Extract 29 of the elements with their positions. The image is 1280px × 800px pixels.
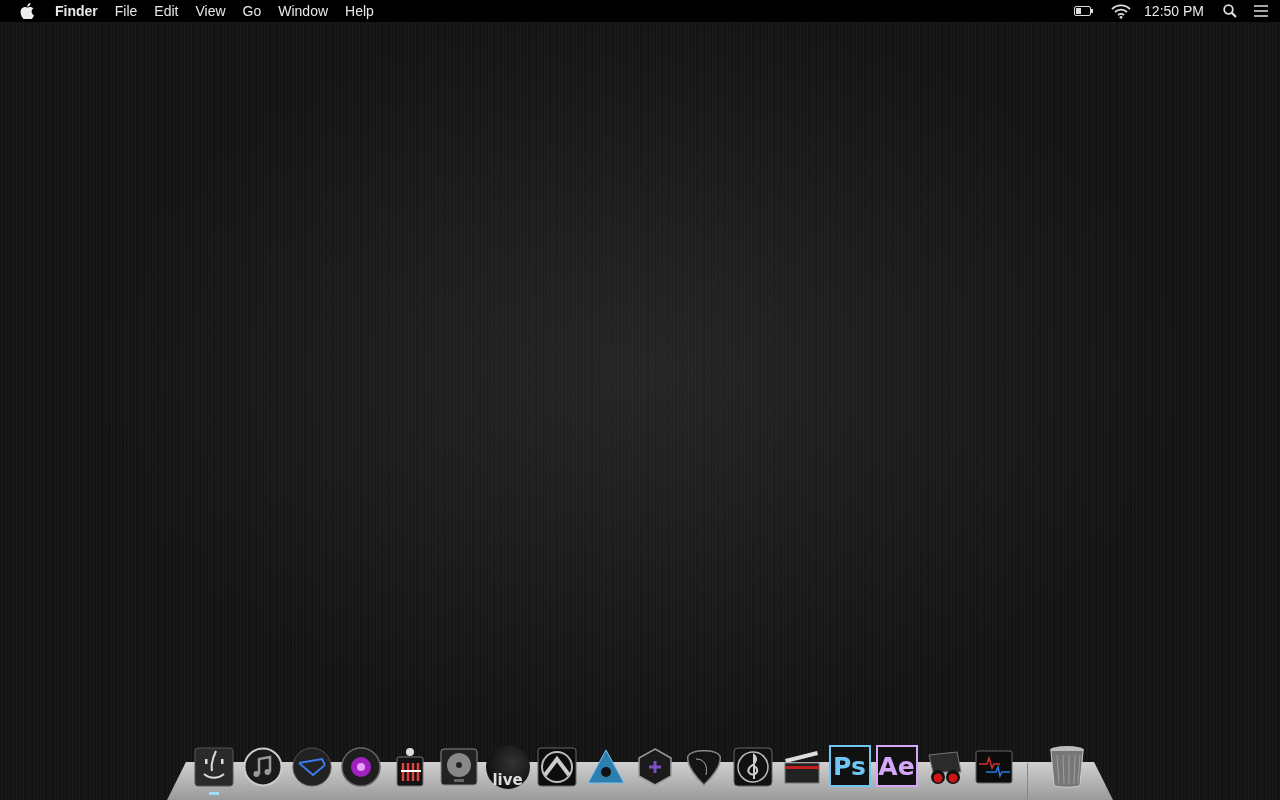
arch-icon — [536, 747, 577, 787]
dock-item[interactable] — [730, 745, 775, 789]
dock-item[interactable]: Ps — [828, 745, 871, 787]
activity-monitor-icon — [973, 747, 1014, 787]
search-icon[interactable] — [1223, 4, 1237, 18]
menu-icon[interactable] — [1254, 5, 1268, 17]
menu-item[interactable]: Window — [278, 3, 329, 19]
treble-clef-icon — [732, 747, 773, 787]
music-note-icon — [242, 747, 283, 787]
menu-item[interactable]: Edit — [154, 3, 179, 19]
menu-item[interactable]: File — [114, 3, 138, 19]
menu-item[interactable]: View — [195, 3, 226, 19]
menu-item[interactable]: Help — [345, 3, 374, 19]
wifi-icon[interactable] — [1111, 3, 1132, 19]
dock-item[interactable] — [289, 745, 334, 789]
menu-app-name[interactable]: Finder — [55, 3, 98, 19]
dock-item[interactable] — [534, 745, 579, 789]
clock[interactable]: 12:50 PM — [1144, 3, 1204, 19]
battery-icon[interactable] — [1074, 6, 1095, 16]
dock-item[interactable] — [338, 745, 383, 789]
face-icon — [193, 747, 234, 787]
dock-item[interactable] — [191, 745, 236, 789]
menu-item[interactable]: Go — [242, 3, 262, 19]
dock-item[interactable]: Ae — [875, 745, 918, 787]
apple-logo-icon[interactable] — [20, 3, 34, 19]
dock-item[interactable]: live — [485, 745, 530, 789]
lens-icon — [340, 747, 381, 787]
envelope-icon — [291, 747, 332, 787]
triangle-icon — [585, 747, 626, 787]
